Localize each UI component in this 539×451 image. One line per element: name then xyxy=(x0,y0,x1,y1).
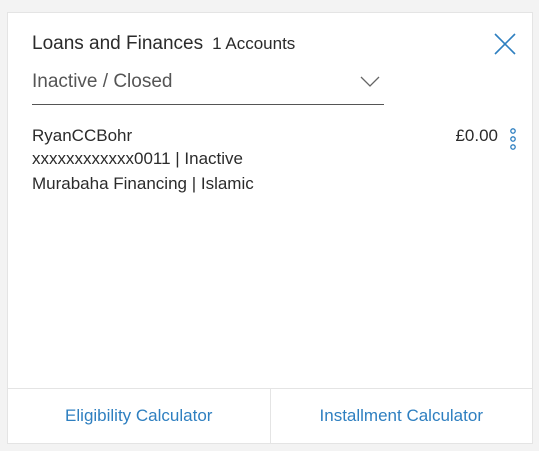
account-item: RyanCCBohr xxxxxxxxxxxx0011 | Inactive M… xyxy=(32,126,520,206)
status-filter-select[interactable]: Inactive / Closed xyxy=(32,69,384,105)
account-name-link[interactable]: RyanCCBohr xyxy=(32,126,132,146)
chevron-down-icon xyxy=(360,76,380,87)
account-balance: £0.00 xyxy=(455,126,498,145)
card-header: Loans and Finances 1 Accounts xyxy=(32,33,295,55)
eligibility-calculator-button[interactable]: Eligibility Calculator xyxy=(8,389,270,443)
close-button[interactable] xyxy=(492,31,518,57)
more-vertical-icon xyxy=(510,128,516,150)
account-count: 1 Accounts xyxy=(212,34,296,53)
status-filter-value: Inactive / Closed xyxy=(32,71,173,92)
account-number-status: xxxxxxxxxxxx0011 | Inactive xyxy=(32,149,244,168)
close-icon xyxy=(494,33,516,55)
card-title: Loans and Finances xyxy=(32,33,204,54)
installment-calculator-button[interactable]: Installment Calculator xyxy=(269,389,533,443)
card-footer: Eligibility Calculator Installment Calcu… xyxy=(8,388,532,443)
loans-card: Loans and Finances 1 Accounts Inactive /… xyxy=(7,12,533,444)
account-more-button[interactable] xyxy=(506,126,520,152)
account-product: Murabaha Financing | Islamic xyxy=(32,174,254,193)
